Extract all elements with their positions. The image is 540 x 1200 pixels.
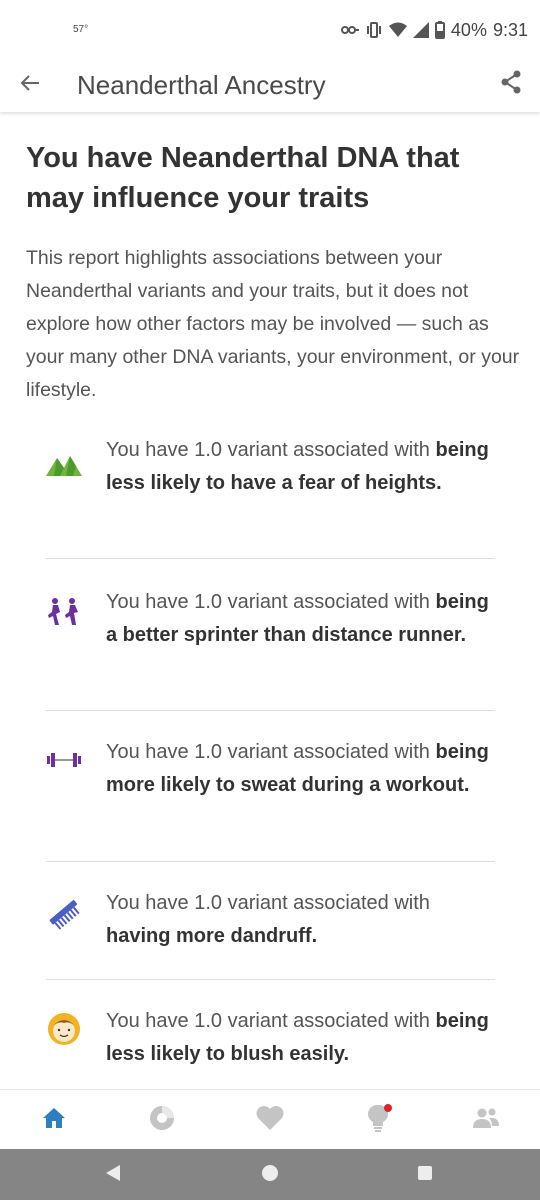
battery-percent: 40% [450, 19, 487, 40]
share-button[interactable] [494, 67, 528, 101]
triangle-back-icon [105, 1164, 121, 1187]
trait-prefix: You have 1.0 variant associated with [106, 591, 430, 613]
notification-dot [384, 1104, 392, 1112]
nav-ancestry[interactable] [146, 1104, 178, 1136]
divider [46, 558, 495, 559]
key-icon [340, 24, 359, 36]
nav-home[interactable] [38, 1104, 70, 1136]
system-back-button[interactable] [100, 1162, 126, 1188]
nav-family[interactable] [470, 1104, 502, 1136]
health-heart-icon [256, 1105, 284, 1136]
status-icons: 40% 9:31 [340, 17, 528, 43]
signal-icon [412, 22, 429, 38]
battery-icon [434, 21, 445, 39]
trait-prefix: You have 1.0 variant associated with [106, 892, 430, 914]
sprinters-icon [46, 594, 82, 630]
dumbbell-icon [46, 742, 82, 778]
trait-description: You have 1.0 variant associated with bei… [106, 1005, 496, 1071]
trait-prefix: You have 1.0 variant associated with [106, 741, 430, 763]
share-icon [500, 70, 522, 99]
bottom-navigation [0, 1089, 540, 1149]
vibrate-icon [365, 22, 383, 38]
trait-name: having more dandruff. [106, 925, 318, 947]
blushing-face-icon [46, 1011, 82, 1047]
ancestry-chart-icon [149, 1105, 175, 1136]
report-intro: This report highlights associations betw… [26, 247, 520, 401]
status-time: 9:31 [492, 19, 528, 40]
report-content[interactable]: You have Neanderthal DNA that may influe… [0, 112, 540, 1089]
status-bar: 57° 40% 9:31 [0, 0, 540, 58]
nav-insights[interactable] [362, 1104, 394, 1136]
report-headline: You have Neanderthal DNA that may influe… [26, 142, 460, 214]
trait-prefix: You have 1.0 variant associated with [106, 1010, 430, 1032]
home-icon [42, 1107, 66, 1134]
trait-prefix: You have 1.0 variant associated with [106, 439, 430, 461]
nav-health[interactable] [254, 1104, 286, 1136]
arrow-left-icon [19, 74, 41, 97]
circle-home-icon [261, 1164, 279, 1187]
wifi-icon [388, 22, 407, 38]
mountains-icon [46, 446, 82, 482]
system-recents-button[interactable] [412, 1162, 438, 1188]
back-button[interactable] [14, 69, 46, 101]
divider [46, 979, 495, 980]
status-temperature: 57° [73, 24, 89, 35]
square-recents-icon [417, 1165, 433, 1186]
trait-description: You have 1.0 variant associated with bei… [106, 736, 496, 802]
divider [46, 710, 495, 711]
trait-description: You have 1.0 variant associated with bei… [106, 434, 496, 500]
divider [46, 861, 495, 862]
comb-icon [46, 895, 82, 931]
system-navigation-bar [0, 1149, 540, 1200]
page-title: Neanderthal Ancestry [77, 70, 326, 100]
family-icon [472, 1107, 500, 1134]
system-home-button[interactable] [257, 1162, 283, 1188]
trait-description: You have 1.0 variant associated with hav… [106, 887, 496, 953]
trait-description: You have 1.0 variant associated with bei… [106, 586, 496, 652]
app-bar: Neanderthal Ancestry [0, 58, 540, 112]
